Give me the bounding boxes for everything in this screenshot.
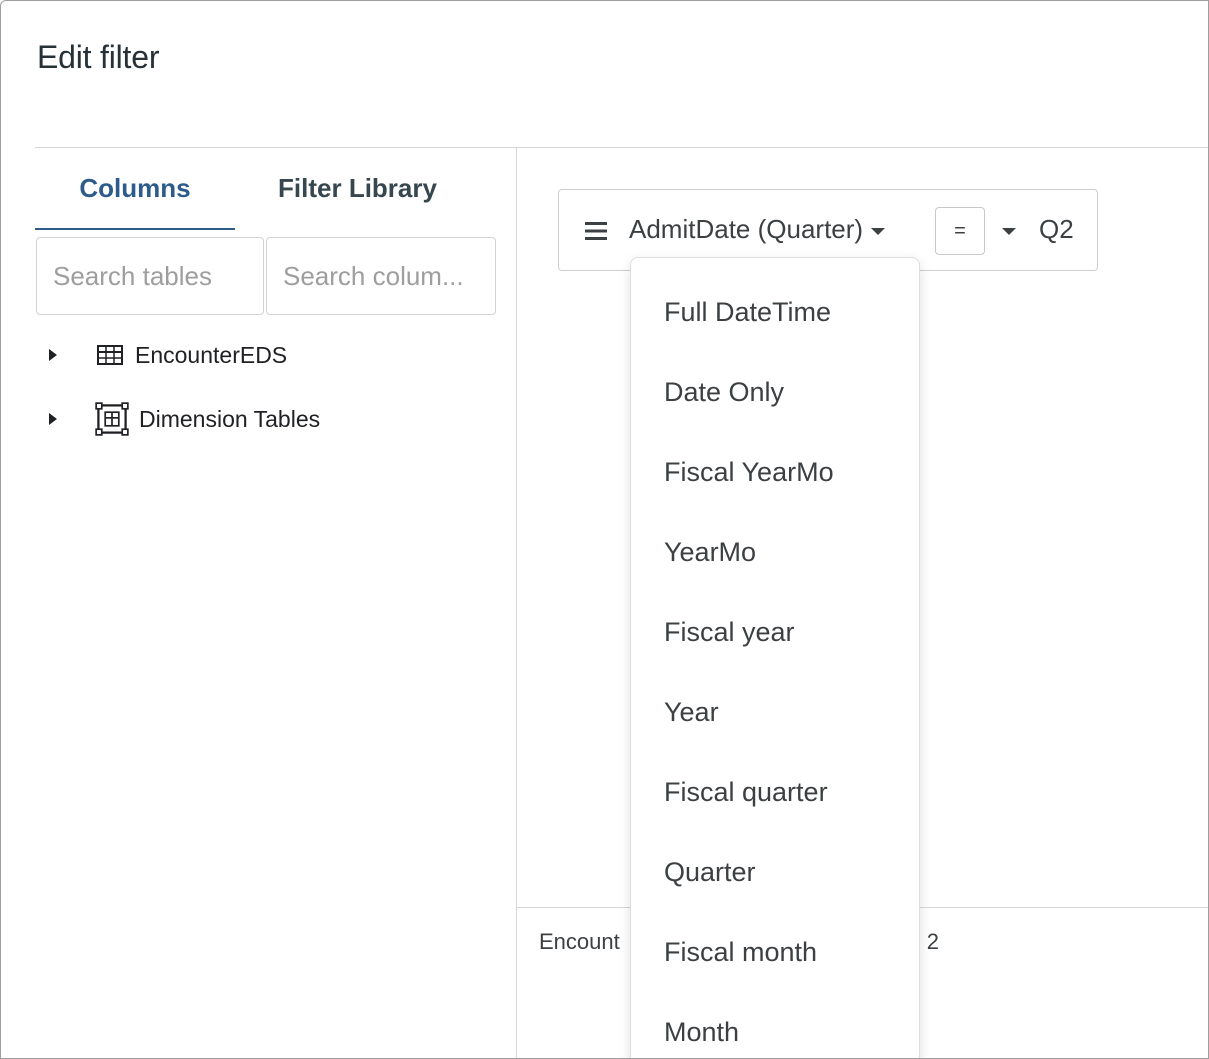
dropdown-option-fiscal-year[interactable]: Fiscal year — [631, 592, 919, 672]
dropdown-option-yearmo[interactable]: YearMo — [631, 512, 919, 592]
operator-chevron-down-icon[interactable] — [1002, 228, 1016, 235]
tree-item-label: Dimension Tables — [139, 405, 321, 432]
operator-select[interactable]: = — [935, 207, 985, 255]
dropdown-option-year[interactable]: Year — [631, 672, 919, 752]
dropdown-option-full-datetime[interactable]: Full DateTime — [631, 272, 919, 352]
panel-divider — [516, 148, 517, 1058]
tab-bar: Columns Filter Library — [35, 148, 505, 230]
dialog-title: Edit filter — [37, 39, 160, 75]
tab-columns[interactable]: Columns — [35, 148, 235, 230]
drag-handle-icon[interactable] — [585, 221, 609, 241]
field-selector[interactable]: AdmitDate (Quarter) — [629, 214, 886, 245]
left-panel: Columns Filter Library EncounterEDS — [35, 148, 516, 1058]
search-row — [35, 237, 497, 317]
chevron-down-icon — [871, 227, 886, 235]
tree-item-encountereds[interactable]: EncounterEDS — [49, 335, 287, 375]
filter-value[interactable]: Q2 — [1039, 214, 1074, 245]
dropdown-option-quarter[interactable]: Quarter — [631, 832, 919, 912]
search-tables-input[interactable] — [36, 237, 264, 315]
dropdown-option-fiscal-yearmo[interactable]: Fiscal YearMo — [631, 432, 919, 512]
dropdown-option-fiscal-month[interactable]: Fiscal month — [631, 912, 919, 992]
summary-left-text: Encount — [539, 929, 620, 954]
tree-item-label: EncounterEDS — [135, 341, 288, 368]
table-icon — [97, 345, 123, 365]
field-name-label: AdmitDate (Quarter) — [629, 214, 864, 244]
tree-item-dimension-tables[interactable]: Dimension Tables — [49, 399, 320, 439]
dropdown-option-month[interactable]: Month — [631, 992, 919, 1058]
search-columns-input[interactable] — [266, 237, 496, 315]
dropdown-option-date-only[interactable]: Date Only — [631, 352, 919, 432]
expand-arrow-icon[interactable] — [49, 413, 57, 425]
dimension-table-icon — [95, 402, 129, 436]
edit-filter-dialog: Edit filter Columns Filter Library Encou… — [0, 0, 1209, 1059]
dropdown-option-fiscal-quarter[interactable]: Fiscal quarter — [631, 752, 919, 832]
date-granularity-dropdown: Full DateTime Date Only Fiscal YearMo Ye… — [630, 257, 920, 1058]
expand-arrow-icon[interactable] — [49, 349, 57, 361]
tab-filter-library[interactable]: Filter Library — [250, 148, 465, 228]
